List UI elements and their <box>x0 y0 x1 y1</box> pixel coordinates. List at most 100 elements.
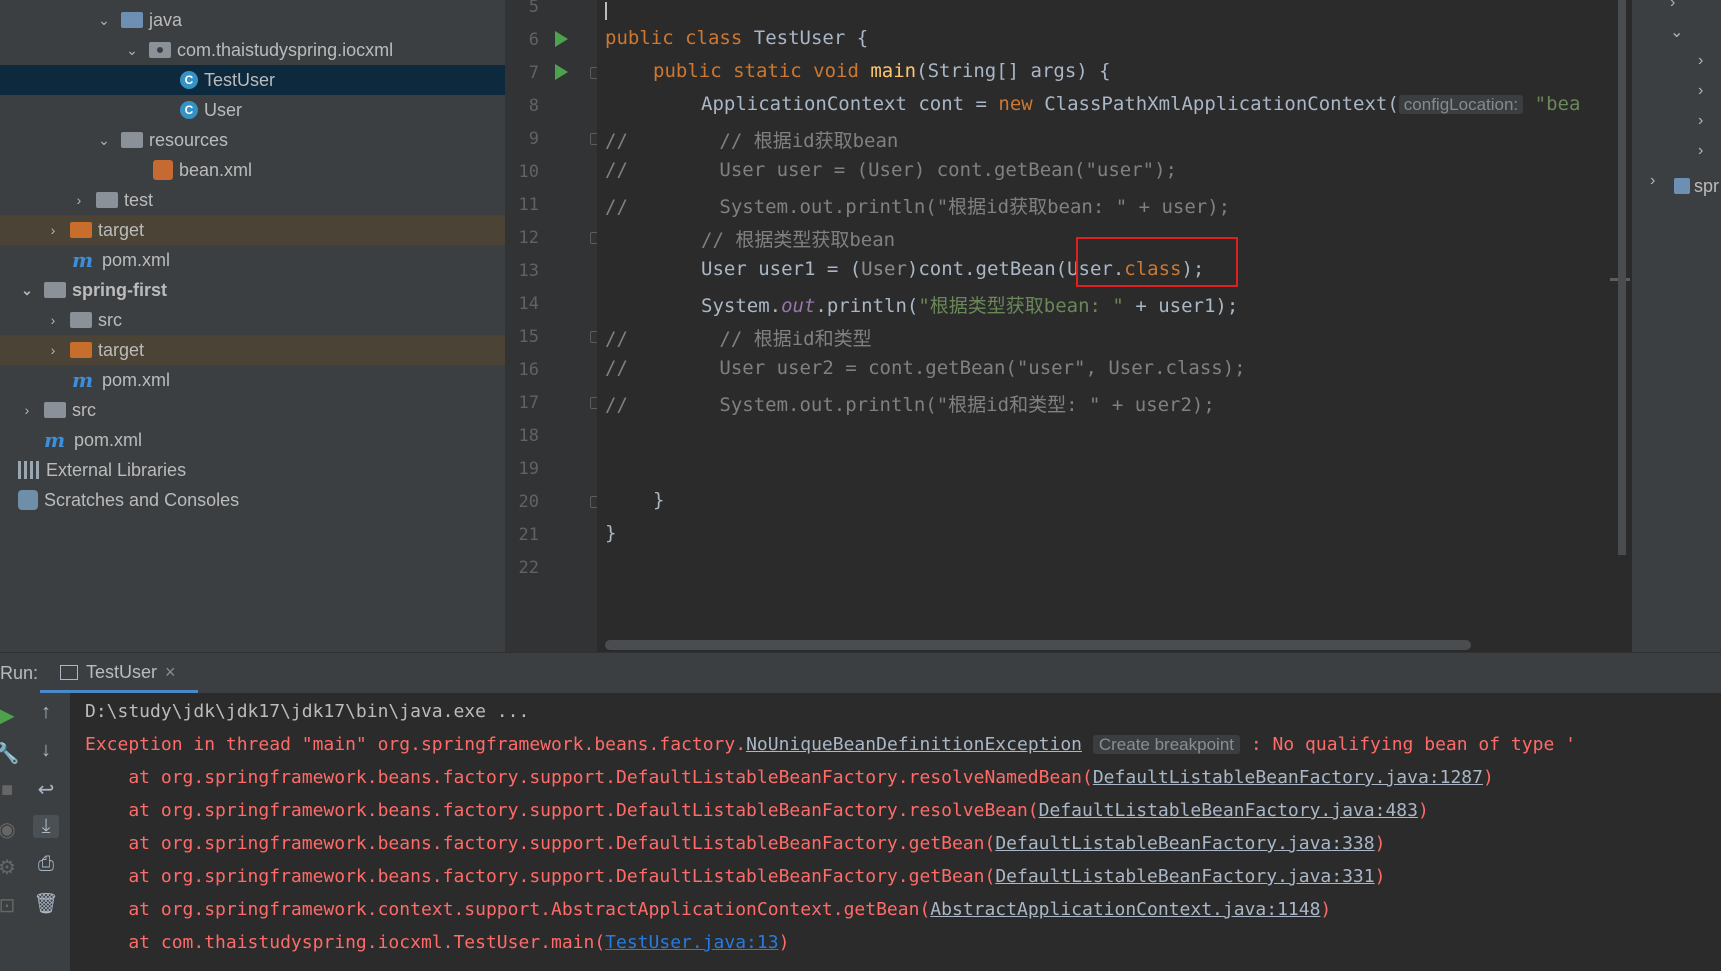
line-number: 10 <box>518 162 539 182</box>
tab-testuser[interactable]: TestUser × <box>40 652 176 692</box>
class-icon: C <box>180 71 198 89</box>
line-number: 7 <box>528 63 539 83</box>
module-icon <box>44 282 66 298</box>
chevron-right-icon[interactable]: › <box>44 342 62 358</box>
chevron-down-icon[interactable]: ⌄ <box>95 132 113 149</box>
rerun-icon[interactable]: ▶ <box>0 703 20 728</box>
close-icon[interactable]: × <box>165 662 176 683</box>
down-arrow-icon[interactable]: ↓ <box>33 739 59 762</box>
libraries-icon <box>18 461 40 479</box>
run-toolbar: ▶ ↑ 🔧 ↓ ■ ↩ ◉ ⤓ ⚙ ⎙ ⊡ 🗑 <box>0 693 70 971</box>
tree-item-test[interactable]: › test <box>0 185 505 215</box>
chevron-right-icon[interactable]: › <box>1650 172 1655 190</box>
run-gutter-icon[interactable] <box>555 31 568 47</box>
console-line: D:\study\jdk\jdk17\jdk17\bin\java.exe ..… <box>85 701 530 722</box>
vertical-scrollbar[interactable] <box>1618 0 1626 555</box>
run-tool-window-header <box>0 652 1721 694</box>
tree-item-bean-xml[interactable]: bean.xml <box>0 155 505 185</box>
horizontal-scrollbar[interactable] <box>605 640 1471 650</box>
line-number: 16 <box>518 360 539 380</box>
line-number: 8 <box>528 96 539 116</box>
line-number: 15 <box>518 327 539 347</box>
chevron-down-icon[interactable]: ⌄ <box>123 42 141 59</box>
chevron-right-icon[interactable]: › <box>18 402 36 418</box>
code-line-7: public static void main(String[] args) { <box>653 60 1111 82</box>
tree-item-pom[interactable]: m pom.xml <box>0 365 505 395</box>
folder-icon <box>121 12 143 28</box>
console-icon <box>60 664 78 680</box>
tree-item-src[interactable]: › src <box>0 305 505 335</box>
print-icon[interactable]: ⎙ <box>33 853 59 876</box>
console-line: Exception in thread "main" org.springfra… <box>85 734 1576 755</box>
stack-frame: at org.springframework.context.support.A… <box>85 899 1332 920</box>
line-number: 17 <box>518 393 539 413</box>
folder-icon <box>70 312 92 328</box>
folder-icon <box>70 342 92 358</box>
line-number: 12 <box>518 228 539 248</box>
code-line-9: // // 根据id获取bean <box>605 130 899 152</box>
exception-link[interactable]: NoUniqueBeanDefinitionException <box>746 734 1082 755</box>
settings-icon[interactable]: ⚙ <box>0 855 20 880</box>
line-number: 6 <box>528 30 539 50</box>
stack-frame-link[interactable]: DefaultListableBeanFactory.java:1287 <box>1093 767 1483 788</box>
stack-frame: at org.springframework.beans.factory.sup… <box>85 866 1386 887</box>
stop-icon[interactable]: ■ <box>0 779 20 802</box>
code-line-10: // User user = (User) cont.getBean("user… <box>605 159 1177 181</box>
class-icon: C <box>180 101 198 119</box>
code-line-15: // // 根据id和类型 <box>605 328 872 350</box>
tree-item-java[interactable]: ⌄ java <box>0 5 505 35</box>
stack-frame-link[interactable]: TestUser.java:13 <box>605 932 778 953</box>
code-line-8: ApplicationContext cont = new ClassPathX… <box>701 93 1581 115</box>
tree-item-testuser[interactable]: C TestUser <box>0 65 505 95</box>
tree-item-target[interactable]: › target <box>0 335 505 365</box>
tree-item-external-libraries[interactable]: External Libraries <box>0 455 505 485</box>
camera-icon[interactable]: ◉ <box>0 817 20 842</box>
stack-frame-link[interactable]: AbstractApplicationContext.java:1148 <box>930 899 1320 920</box>
stack-frame-link[interactable]: DefaultListableBeanFactory.java:331 <box>995 866 1374 887</box>
chevron-right-icon[interactable]: › <box>1698 52 1703 70</box>
soft-wrap-icon[interactable]: ↩ <box>33 777 59 802</box>
scroll-to-end-icon[interactable]: ⤓ <box>33 815 59 838</box>
folder-icon <box>70 222 92 238</box>
xml-file-icon <box>153 160 173 180</box>
line-number: 13 <box>518 261 539 281</box>
folder-icon <box>44 402 66 418</box>
create-breakpoint-button[interactable]: Create breakpoint <box>1092 735 1240 754</box>
chevron-down-icon[interactable]: ⌄ <box>1670 22 1683 42</box>
tree-item-pom[interactable]: m pom.xml <box>0 245 505 275</box>
chevron-down-icon[interactable]: ⌄ <box>95 12 113 29</box>
chevron-right-icon[interactable]: › <box>1698 142 1703 160</box>
tree-item-resources[interactable]: ⌄ resources <box>0 125 505 155</box>
chevron-right-icon[interactable]: › <box>1698 82 1703 100</box>
restore-layout-icon[interactable]: ⊡ <box>0 893 20 918</box>
highlight-box <box>1076 237 1238 287</box>
chevron-right-icon[interactable]: › <box>1698 112 1703 130</box>
line-number: 21 <box>518 525 539 545</box>
tree-item-package[interactable]: ⌄ com.thaistudyspring.iocxml <box>0 35 505 65</box>
stack-frame-link[interactable]: DefaultListableBeanFactory.java:483 <box>1039 800 1418 821</box>
code-line-6: public class TestUser { <box>605 27 869 49</box>
tree-item-target[interactable]: › target <box>0 215 505 245</box>
wrench-icon[interactable]: 🔧 <box>0 741 20 766</box>
scratches-icon <box>18 490 38 510</box>
stack-frame: at org.springframework.beans.factory.sup… <box>85 767 1494 788</box>
run-gutter-icon[interactable] <box>555 64 568 80</box>
chevron-right-icon[interactable]: › <box>1670 0 1675 12</box>
tree-item-src[interactable]: › src <box>0 395 505 425</box>
maven-side-panel: › ⌄ › › › › › spr <box>1632 0 1721 652</box>
stack-frame-link[interactable]: DefaultListableBeanFactory.java:338 <box>995 833 1374 854</box>
tree-item-spring-first[interactable]: ⌄ spring-first <box>0 275 505 305</box>
trash-icon[interactable]: 🗑 <box>33 891 59 916</box>
tree-item-user[interactable]: C User <box>0 95 505 125</box>
stack-frame: at org.springframework.beans.factory.sup… <box>85 833 1386 854</box>
chevron-right-icon[interactable]: › <box>44 222 62 238</box>
tree-item-scratches[interactable]: Scratches and Consoles <box>0 485 505 515</box>
maven-icon: m <box>72 248 94 272</box>
folder-icon <box>96 192 118 208</box>
chevron-down-icon[interactable]: ⌄ <box>18 282 36 299</box>
code-line-21: } <box>605 522 617 544</box>
chevron-right-icon[interactable]: › <box>44 312 62 328</box>
chevron-right-icon[interactable]: › <box>70 192 88 208</box>
up-arrow-icon[interactable]: ↑ <box>33 701 59 724</box>
tree-item-pom[interactable]: m pom.xml <box>0 425 505 455</box>
